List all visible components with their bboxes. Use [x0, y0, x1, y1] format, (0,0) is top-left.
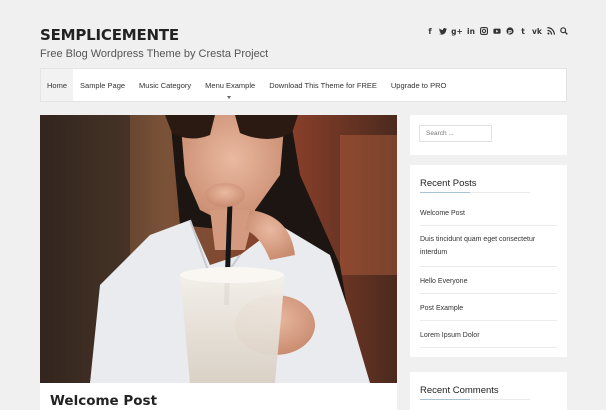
vk-icon[interactable]: vk [532, 26, 542, 36]
pinterest-icon[interactable]: p [506, 26, 514, 36]
list-item[interactable]: Hello Everyone [420, 267, 557, 294]
nav-item-menu-example[interactable]: Menu Example [198, 69, 262, 101]
list-item[interactable]: Lorem Ipsum Dolor [420, 321, 557, 348]
nav-item-label: Sample Page [80, 80, 126, 90]
list-item[interactable]: Welcome Post [420, 199, 557, 226]
tumblr-icon[interactable]: t [519, 26, 527, 36]
recent-comments-widget: Recent Comments [410, 372, 567, 410]
nav-item-label: Music Category [139, 80, 192, 90]
recent-posts-list: Welcome Post Duis tincidunt quam eget co… [420, 199, 557, 348]
nav-item-upgrade-pro[interactable]: Upgrade to PRO [384, 69, 453, 101]
nav-item-label: Home [47, 80, 68, 90]
facebook-icon[interactable]: f [426, 26, 434, 36]
nav-item-sample-page[interactable]: Sample Page [73, 69, 132, 101]
nav-item-music-category[interactable]: Music Category [132, 69, 198, 101]
linkedin-icon[interactable]: in [467, 26, 475, 36]
widget-divider [420, 399, 530, 400]
list-item[interactable]: Post Example [420, 294, 557, 321]
social-icons: f g+ in p t vk [426, 26, 568, 36]
search-widget [410, 115, 567, 155]
main-navigation: Home Sample Page Music Category Menu Exa… [40, 68, 567, 102]
site-title[interactable]: SEMPLICEMENTE [40, 26, 268, 44]
submenu-caret-icon [227, 96, 232, 99]
instagram-icon[interactable] [480, 26, 488, 36]
site-header: SEMPLICEMENTE Free Blog Wordpress Theme … [40, 26, 268, 60]
google-plus-icon[interactable]: g+ [451, 26, 463, 36]
list-item[interactable]: Duis tincidunt quam eget consectetur int… [420, 226, 557, 267]
youtube-icon[interactable] [493, 26, 501, 36]
rss-icon[interactable] [547, 26, 555, 36]
recent-comments-title: Recent Comments [420, 385, 499, 396]
nav-item-home[interactable]: Home [41, 69, 74, 101]
twitter-icon[interactable] [439, 26, 447, 36]
widget-divider [420, 192, 530, 193]
recent-posts-widget: Recent Posts Welcome Post Duis tincidunt… [410, 165, 567, 357]
post-title[interactable]: Welcome Post [50, 393, 157, 409]
search-icon[interactable] [560, 26, 568, 36]
post-card: Welcome Post [40, 115, 397, 410]
nav-item-label: Download This Theme for FREE [269, 80, 377, 90]
svg-text:p: p [508, 29, 512, 35]
search-input[interactable] [419, 125, 492, 142]
nav-item-label: Menu Example [205, 80, 256, 90]
nav-item-download-theme[interactable]: Download This Theme for FREE [262, 69, 384, 101]
recent-posts-title: Recent Posts [420, 178, 477, 189]
site-tagline: Free Blog Wordpress Theme by Cresta Proj… [40, 48, 269, 60]
nav-item-label: Upgrade to PRO [390, 80, 447, 90]
featured-image[interactable] [40, 115, 397, 383]
